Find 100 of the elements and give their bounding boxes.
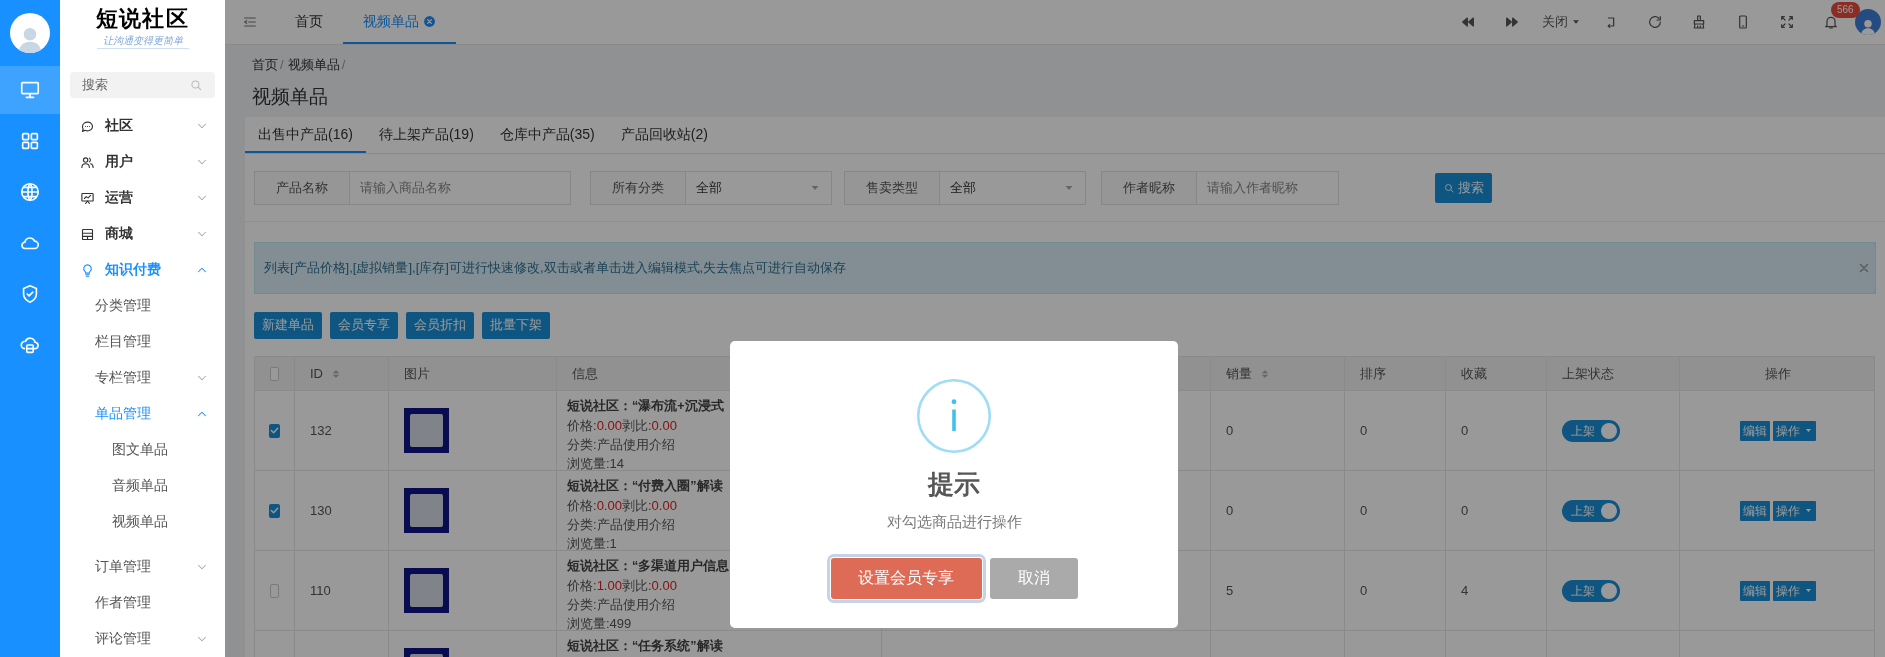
refresh-icon[interactable]: [1647, 14, 1663, 30]
cloud-server-icon: [19, 334, 41, 356]
price-line: 价格:1.00剥比:0.00: [567, 577, 678, 595]
menu-item[interactable]: 视频单品: [60, 504, 225, 540]
table-cell-text: 0: [1461, 421, 1469, 440]
dropdown-button[interactable]: 操作: [1773, 420, 1816, 441]
category-line: 分类:产品使用介绍: [567, 436, 676, 454]
table-cell-text: 110: [310, 581, 331, 600]
product-title: 短说社区：“付费入圈”解读: [567, 478, 724, 495]
column-header[interactable]: 销量: [1226, 363, 1270, 384]
thumbnail-image: [404, 488, 449, 533]
column-header[interactable]: ID: [310, 363, 341, 384]
content-tab[interactable]: 仓库中产品(35): [486, 117, 608, 153]
caret-down-icon: [1804, 586, 1813, 595]
toggle-switch[interactable]: 上架: [1562, 419, 1620, 442]
dropdown-button[interactable]: 操作: [1773, 580, 1816, 601]
menu-item[interactable]: 运营: [60, 180, 225, 216]
content-tab[interactable]: 出售中产品(16): [245, 117, 366, 153]
page-tab[interactable]: 首页: [275, 0, 343, 44]
column-header[interactable]: 收藏: [1461, 363, 1487, 384]
page-title: 视频单品: [252, 85, 329, 109]
close-icon[interactable]: [1858, 262, 1870, 274]
users-icon: [80, 154, 95, 170]
close-menu-button[interactable]: 关闭: [1536, 0, 1587, 45]
breadcrumb-link[interactable]: 视频单品: [287, 55, 340, 75]
table-cell-text: 0: [1360, 501, 1368, 520]
menu-item[interactable]: 图文单品: [60, 432, 225, 468]
menu-item[interactable]: 社区: [60, 108, 225, 144]
menu-item[interactable]: 知识付费: [60, 252, 225, 288]
menu-item[interactable]: 专栏管理: [60, 360, 225, 396]
select-field[interactable]: 全部: [686, 170, 832, 205]
search-button[interactable]: 搜索: [1435, 172, 1492, 203]
rewind-icon[interactable]: [1460, 14, 1476, 30]
broom-icon[interactable]: [1691, 14, 1707, 30]
category-line: 分类:产品使用介绍: [567, 516, 676, 534]
menu-item[interactable]: 音频单品: [60, 468, 225, 504]
person-silhouette-icon: [1859, 17, 1877, 35]
filter-label: 售卖类型: [844, 170, 940, 205]
toggle-switch[interactable]: 上架: [1562, 579, 1620, 602]
menu-item[interactable]: 栏目管理: [60, 324, 225, 360]
dropdown-button[interactable]: 操作: [1773, 500, 1816, 521]
filter-label: 所有分类: [590, 170, 686, 205]
text-input[interactable]: 请输入作者昵称: [1197, 170, 1339, 205]
content-tab[interactable]: 待上架产品(19): [365, 117, 487, 153]
checkmark-icon: [269, 505, 280, 516]
notification-badge: 566: [1831, 1, 1860, 18]
menu-item[interactable]: 评论管理: [60, 621, 225, 657]
checkbox[interactable]: [269, 423, 280, 438]
filter-label: 产品名称: [254, 170, 350, 205]
column-header[interactable]: 信息: [572, 363, 598, 384]
text-input[interactable]: 请输入商品名称: [350, 170, 571, 205]
user-avatar[interactable]: [1855, 9, 1881, 35]
checkbox[interactable]: [270, 583, 279, 598]
checkbox[interactable]: [270, 366, 279, 381]
menu-fold-icon[interactable]: [242, 14, 258, 30]
action-button[interactable]: 会员折扣: [406, 311, 474, 339]
toggle-switch[interactable]: 上架: [1562, 499, 1620, 522]
checkbox[interactable]: [269, 503, 280, 518]
column-header[interactable]: 排序: [1360, 363, 1386, 384]
monitor-icon: [19, 79, 41, 101]
caret-down-icon: [1804, 426, 1813, 435]
price-line: 价格:0.00剥比:0.00: [567, 497, 678, 515]
menu-item[interactable]: 分类管理: [60, 288, 225, 324]
avatar[interactable]: [10, 13, 50, 53]
column-header[interactable]: 上架状态: [1562, 363, 1614, 384]
edit-button[interactable]: 编辑: [1740, 580, 1770, 601]
column-header[interactable]: 图片: [404, 363, 430, 384]
table-cell-text: 132: [310, 421, 332, 440]
caret-down-icon: [1804, 506, 1813, 515]
menu-item[interactable]: 单品管理: [60, 396, 225, 432]
breadcrumb-separator: /: [280, 56, 285, 75]
fullscreen-icon[interactable]: [1779, 14, 1795, 30]
cancel-button[interactable]: 取消: [989, 557, 1078, 599]
action-button[interactable]: 会员专享: [330, 311, 398, 339]
checkmark-icon: [269, 425, 280, 436]
search-field[interactable]: 搜索: [70, 71, 215, 98]
edit-button[interactable]: 编辑: [1740, 420, 1770, 441]
column-header[interactable]: 操作: [1765, 363, 1791, 384]
action-button[interactable]: 新建单品: [254, 311, 322, 339]
edit-button[interactable]: 编辑: [1740, 500, 1770, 521]
menu-item[interactable]: 商城: [60, 216, 225, 252]
bell-icon[interactable]: [1823, 14, 1839, 30]
product-title: 短说社区：“多渠道用户信息: [567, 558, 731, 575]
table-cell-text: 0: [1226, 501, 1234, 520]
breadcrumb-link[interactable]: 首页: [252, 55, 278, 75]
menu-item[interactable]: 订单管理: [60, 549, 225, 585]
search-icon: [1443, 181, 1455, 194]
action-button[interactable]: 批量下架: [482, 311, 550, 339]
search-icon: [189, 77, 203, 92]
grid-icon: [19, 130, 41, 152]
rail-button[interactable]: [0, 66, 60, 114]
menu-item[interactable]: 用户: [60, 144, 225, 180]
fast-forward-icon[interactable]: [1504, 14, 1520, 30]
info-icon: [915, 377, 993, 455]
presentation-chart-icon: [80, 190, 95, 206]
price-line: 价格:0.00剥比:0.00: [567, 417, 678, 435]
select-field[interactable]: 全部: [940, 170, 1086, 205]
content-tab[interactable]: 产品回收站(2): [607, 117, 721, 153]
menu-item[interactable]: 作者管理: [60, 585, 225, 621]
table-cell-text: 0: [1226, 421, 1234, 440]
